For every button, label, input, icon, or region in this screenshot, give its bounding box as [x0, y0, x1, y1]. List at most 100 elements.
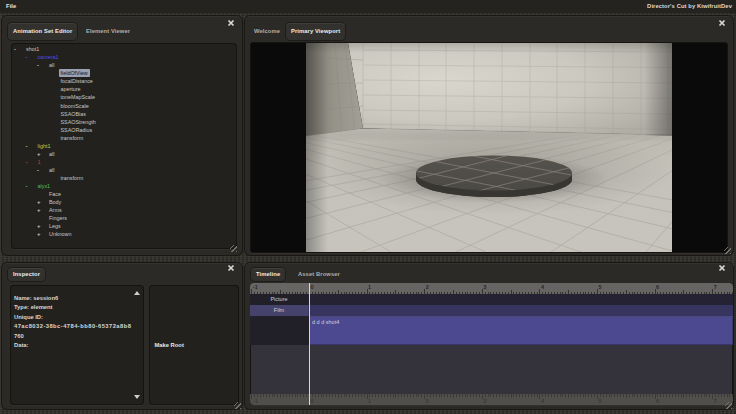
- tree-collapse-icon[interactable]: -: [37, 61, 45, 69]
- tree-item[interactable]: Face: [11, 190, 237, 198]
- ruler-tick: [706, 394, 707, 397]
- tree-item[interactable]: SSAOBias: [11, 110, 237, 118]
- tree-item-label[interactable]: light1: [38, 142, 51, 150]
- tree-item[interactable]: + all: [11, 150, 237, 158]
- tree-item[interactable]: -shot1: [11, 45, 237, 53]
- tree-item-label[interactable]: all: [49, 150, 54, 158]
- tab-asset-browser[interactable]: Asset Browser: [296, 268, 342, 281]
- tree-item-label[interactable]: Fingers: [49, 214, 67, 222]
- tree-item-label[interactable]: all: [49, 166, 54, 174]
- tree-item[interactable]: SSAORadius: [11, 126, 237, 134]
- playhead[interactable]: [309, 283, 310, 405]
- tree-item-label[interactable]: transform: [61, 134, 84, 142]
- tree-item[interactable]: fieldOfView: [11, 69, 237, 77]
- panel-close-button[interactable]: [716, 18, 728, 28]
- tree-item-label[interactable]: bloomScale: [61, 102, 89, 110]
- resize-grip-icon[interactable]: [234, 402, 241, 409]
- tab-timeline[interactable]: Timeline: [251, 268, 285, 281]
- timeline-ruler-top[interactable]: -101234567: [250, 283, 733, 294]
- tree-expand-icon[interactable]: +: [37, 222, 45, 230]
- ruler-tick: [591, 394, 592, 397]
- ruler-tick: [470, 394, 471, 397]
- tree-expand-icon[interactable]: +: [37, 206, 45, 214]
- ruler-tick: [364, 394, 365, 397]
- tree-item[interactable]: Fingers: [11, 214, 237, 222]
- tree-item-label[interactable]: Legs: [49, 222, 61, 230]
- tree-item[interactable]: -all: [11, 166, 237, 174]
- tree-item[interactable]: -alyx1: [11, 182, 237, 190]
- panel-close-button[interactable]: [225, 18, 237, 28]
- resize-grip-icon[interactable]: [230, 245, 237, 252]
- ruler-tick: [295, 394, 296, 397]
- tree-item-label[interactable]: Arms: [49, 206, 62, 214]
- make-root-button[interactable]: Make Root: [155, 342, 184, 348]
- tree-item[interactable]: -1: [11, 158, 237, 166]
- ruler-tick: [698, 394, 699, 397]
- track-label-film[interactable]: Film: [250, 305, 308, 316]
- tree-collapse-icon[interactable]: -: [37, 166, 45, 174]
- tree-item[interactable]: focalDistance: [11, 77, 237, 85]
- ruler-label: 5: [599, 398, 602, 404]
- tree-item-label[interactable]: 1: [38, 158, 41, 166]
- scroll-down-icon[interactable]: [134, 395, 140, 399]
- timeline-ruler-bottom[interactable]: -101234567: [250, 394, 733, 405]
- tree-item-label[interactable]: transform: [61, 174, 84, 182]
- track-row-picture[interactable]: Picture: [250, 294, 733, 305]
- tree-item[interactable]: + Legs: [11, 222, 237, 230]
- ruler-tick: [542, 394, 543, 397]
- tree-item[interactable]: + Unknown: [11, 230, 237, 238]
- tree-item[interactable]: aperture: [11, 85, 237, 93]
- film-clip[interactable]: d d d shot4: [309, 316, 733, 345]
- tree-item-label[interactable]: alyx1: [38, 182, 51, 190]
- tree-item[interactable]: toneMapScale: [11, 93, 237, 101]
- tree-item-label[interactable]: Face: [49, 190, 61, 198]
- panel-close-button[interactable]: [716, 263, 728, 273]
- tree-item-label[interactable]: SSAORadius: [61, 126, 93, 134]
- tree-item[interactable]: -light1: [11, 142, 237, 150]
- tree-expand-icon[interactable]: +: [37, 150, 45, 158]
- tab-inspector[interactable]: Inspector: [8, 268, 45, 281]
- tree-collapse-icon[interactable]: -: [14, 45, 22, 53]
- tree-item-label[interactable]: focalDistance: [61, 77, 93, 85]
- tree-item[interactable]: + Arms: [11, 206, 237, 214]
- tree-item[interactable]: -all: [11, 61, 237, 69]
- ruler-tick: [657, 394, 658, 397]
- ruler-tick: [433, 394, 434, 397]
- tab-primary-viewport[interactable]: Primary Viewport: [286, 23, 345, 40]
- tab-animation-set-editor[interactable]: Animation Set Editor: [8, 23, 77, 40]
- ruler-tick: [583, 394, 584, 397]
- tab-welcome[interactable]: Welcome: [252, 23, 282, 40]
- tree-item[interactable]: -camera1: [11, 53, 237, 61]
- tree-item-label[interactable]: fieldOfView: [59, 69, 90, 77]
- track-row-film[interactable]: Film: [250, 305, 733, 316]
- tree-collapse-icon[interactable]: -: [26, 53, 34, 61]
- resize-grip-icon[interactable]: [724, 247, 731, 254]
- tree-item-label[interactable]: camera1: [38, 53, 59, 61]
- tree-item-label[interactable]: shot1: [26, 45, 39, 53]
- tree-expand-icon[interactable]: +: [37, 230, 45, 238]
- tree-item-label[interactable]: Body: [49, 198, 61, 206]
- menu-file[interactable]: File: [6, 3, 16, 9]
- panel-close-button[interactable]: [225, 263, 237, 273]
- tree-item-label[interactable]: SSAOStrength: [61, 118, 96, 126]
- tree-item[interactable]: SSAOStrength: [11, 118, 237, 126]
- tree-collapse-icon[interactable]: -: [26, 182, 34, 190]
- tree-item[interactable]: transform: [11, 134, 237, 142]
- ruler-tick: [329, 394, 330, 397]
- viewport-3d-scene[interactable]: [306, 43, 672, 252]
- tree-expand-icon[interactable]: +: [37, 198, 45, 206]
- resize-grip-icon[interactable]: [725, 402, 732, 409]
- ruler-tick: [289, 394, 290, 397]
- tree-item-label[interactable]: toneMapScale: [61, 93, 95, 101]
- tree-item-label[interactable]: all: [49, 61, 54, 69]
- tree-item[interactable]: + Body: [11, 198, 237, 206]
- tab-element-viewer[interactable]: Element Viewer: [84, 23, 132, 40]
- tree-item[interactable]: bloomScale: [11, 102, 237, 110]
- tree-item-label[interactable]: Unknown: [49, 230, 71, 238]
- tree-collapse-icon[interactable]: -: [26, 142, 34, 150]
- tree-item-label[interactable]: aperture: [61, 85, 81, 93]
- tree-collapse-icon[interactable]: -: [26, 158, 34, 166]
- tree-item-label[interactable]: SSAOBias: [61, 110, 86, 118]
- track-label-picture[interactable]: Picture: [250, 294, 308, 305]
- tree-item[interactable]: transform: [11, 174, 237, 182]
